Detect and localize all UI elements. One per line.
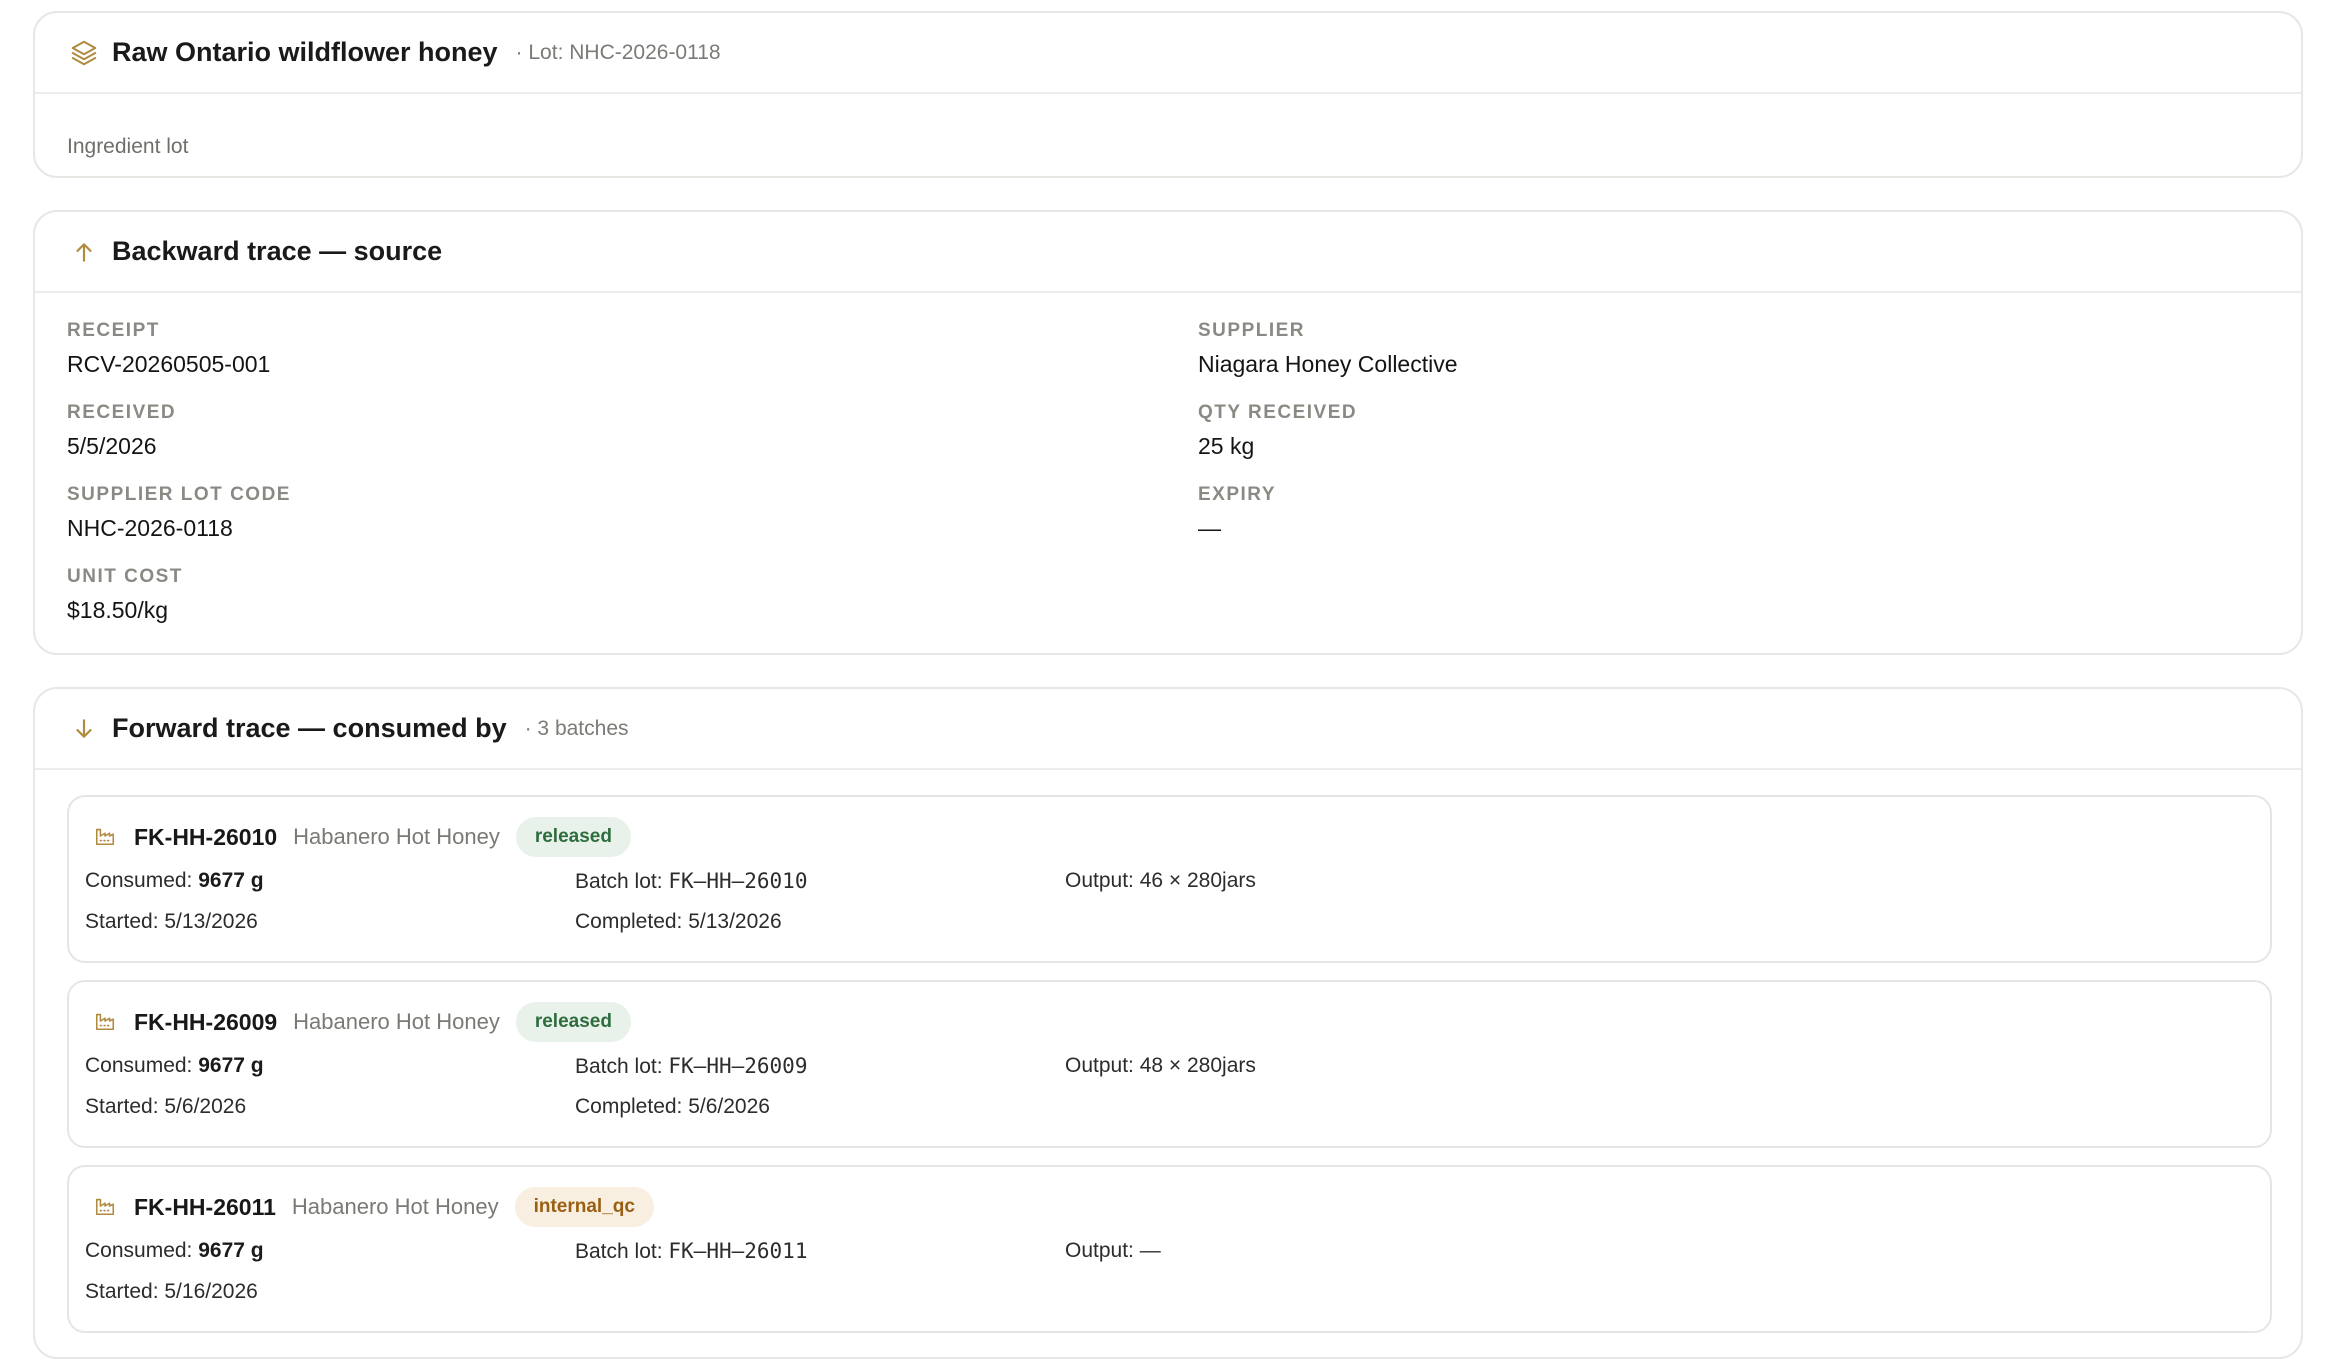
forward-trace-header: Forward trace — consumed by · 3 batches: [35, 689, 2301, 770]
forward-trace-card: Forward trace — consumed by · 3 batches …: [33, 687, 2303, 1359]
trace-page: Raw Ontario wildflower honey · Lot: NHC-…: [0, 0, 2328, 1370]
output-cell: Output: 46 × 280jars: [1065, 869, 1256, 892]
batch-card[interactable]: FK-HH-26009 Habanero Hot Honey released …: [67, 980, 2272, 1148]
batch-product: Habanero Hot Honey: [293, 824, 500, 849]
arrow-down-icon: [67, 712, 101, 746]
status-badge: internal_qc: [514, 1187, 654, 1227]
field-supplier-lot-code: SUPPLIER LOT CODE NHC-2026-0118: [67, 484, 291, 542]
batch-count: · 3 batches: [524, 716, 629, 740]
consumed-cell: Consumed: 9677 g: [85, 1054, 264, 1078]
batch-product: Habanero Hot Honey: [293, 1009, 500, 1034]
started-cell: Started: 5/16/2026: [85, 1280, 258, 1303]
unit-cost-label: UNIT COST: [67, 566, 183, 587]
received-label: RECEIVED: [67, 402, 177, 423]
ingredient-title: Raw Ontario wildflower honey: [112, 37, 498, 67]
started-cell: Started: 5/6/2026: [85, 1095, 247, 1118]
status-badge: released: [515, 817, 631, 857]
receipt-value: RCV-20260505-001: [67, 351, 271, 377]
output-cell: Output: —: [1065, 1239, 1161, 1262]
batch-card[interactable]: FK-HH-26010 Habanero Hot Honey released …: [67, 795, 2272, 963]
field-supplier: SUPPLIER Niagara Honey Collective: [1198, 320, 1458, 378]
backward-trace-card: Backward trace — source RECEIPT RCV-2026…: [33, 210, 2303, 655]
batch-lot-value: FK–HH–26010: [668, 869, 808, 893]
ingredient-card: Raw Ontario wildflower honey · Lot: NHC-…: [33, 11, 2303, 178]
field-qty-received: QTY RECEIVED 25 kg: [1198, 402, 1357, 460]
expiry-label: EXPIRY: [1198, 484, 1276, 505]
qty-received-value: 25 kg: [1198, 433, 1255, 459]
consumed-cell: Consumed: 9677 g: [85, 869, 264, 893]
status-badge: released: [515, 1002, 631, 1042]
layers-icon: [67, 36, 101, 70]
backward-trace-header: Backward trace — source: [35, 212, 2301, 293]
expiry-value: —: [1198, 515, 1221, 541]
consumed-label: Consumed:: [85, 1054, 199, 1077]
lot-meta: · Lot: NHC-2026-0118: [515, 40, 721, 64]
batch-lot-cell: Batch lot: FK–HH–26011: [575, 1239, 807, 1264]
qty-received-label: QTY RECEIVED: [1198, 402, 1358, 423]
batch-card[interactable]: FK-HH-26011 Habanero Hot Honey internal_…: [67, 1165, 2272, 1333]
batch-header: FK-HH-26010 Habanero Hot Honey released: [94, 816, 631, 858]
ingredient-card-header: Raw Ontario wildflower honey · Lot: NHC-…: [35, 13, 2301, 94]
batch-lot-cell: Batch lot: FK–HH–26010: [575, 869, 807, 894]
completed-cell: Completed: 5/13/2026: [575, 910, 782, 933]
batch-lot-label: Batch lot:: [575, 870, 669, 893]
supplier-label: SUPPLIER: [1198, 320, 1306, 341]
batch-product: Habanero Hot Honey: [291, 1194, 499, 1219]
field-unit-cost: UNIT COST $18.50/kg: [67, 566, 183, 624]
consumed-cell: Consumed: 9677 g: [85, 1239, 264, 1263]
consumed-label: Consumed:: [85, 1239, 199, 1262]
supplier-lot-code-value: NHC-2026-0118: [67, 515, 233, 541]
unit-cost-value: $18.50/kg: [67, 597, 169, 623]
forward-trace-title: Forward trace — consumed by: [112, 713, 507, 743]
batch-lot-cell: Batch lot: FK–HH–26009: [575, 1054, 807, 1079]
receipt-label: RECEIPT: [67, 320, 160, 341]
batch-code[interactable]: FK-HH-26010: [134, 824, 277, 851]
batch-header: FK-HH-26011 Habanero Hot Honey internal_…: [94, 1186, 654, 1228]
supplier-value: Niagara Honey Collective: [1198, 351, 1458, 377]
backward-trace-title: Backward trace — source: [112, 236, 443, 266]
consumed-value: 9677 g: [198, 869, 264, 892]
batch-lot-value: FK–HH–26011: [668, 1239, 808, 1263]
field-expiry: EXPIRY —: [1198, 484, 1276, 542]
factory-icon: [94, 825, 118, 849]
factory-icon: [94, 1195, 118, 1219]
consumed-label: Consumed:: [85, 869, 199, 892]
consumed-value: 9677 g: [198, 1054, 264, 1077]
batch-lot-value: FK–HH–26009: [668, 1054, 808, 1078]
arrow-up-icon: [67, 235, 101, 269]
received-value: 5/5/2026: [67, 433, 157, 459]
started-cell: Started: 5/13/2026: [85, 910, 258, 933]
batch-header: FK-HH-26009 Habanero Hot Honey released: [94, 1001, 631, 1043]
output-cell: Output: 48 × 280jars: [1065, 1054, 1256, 1077]
factory-icon: [94, 1010, 118, 1034]
field-received: RECEIVED 5/5/2026: [67, 402, 176, 460]
ingredient-type: Ingredient lot: [67, 135, 189, 158]
batch-code[interactable]: FK-HH-26011: [134, 1194, 276, 1221]
completed-cell: Completed: 5/6/2026: [575, 1095, 770, 1118]
batch-lot-label: Batch lot:: [575, 1240, 669, 1263]
batch-code[interactable]: FK-HH-26009: [134, 1009, 277, 1036]
batch-lot-label: Batch lot:: [575, 1055, 669, 1078]
consumed-value: 9677 g: [198, 1239, 264, 1262]
supplier-lot-code-label: SUPPLIER LOT CODE: [67, 484, 291, 505]
field-receipt: RECEIPT RCV-20260505-001: [67, 320, 270, 378]
